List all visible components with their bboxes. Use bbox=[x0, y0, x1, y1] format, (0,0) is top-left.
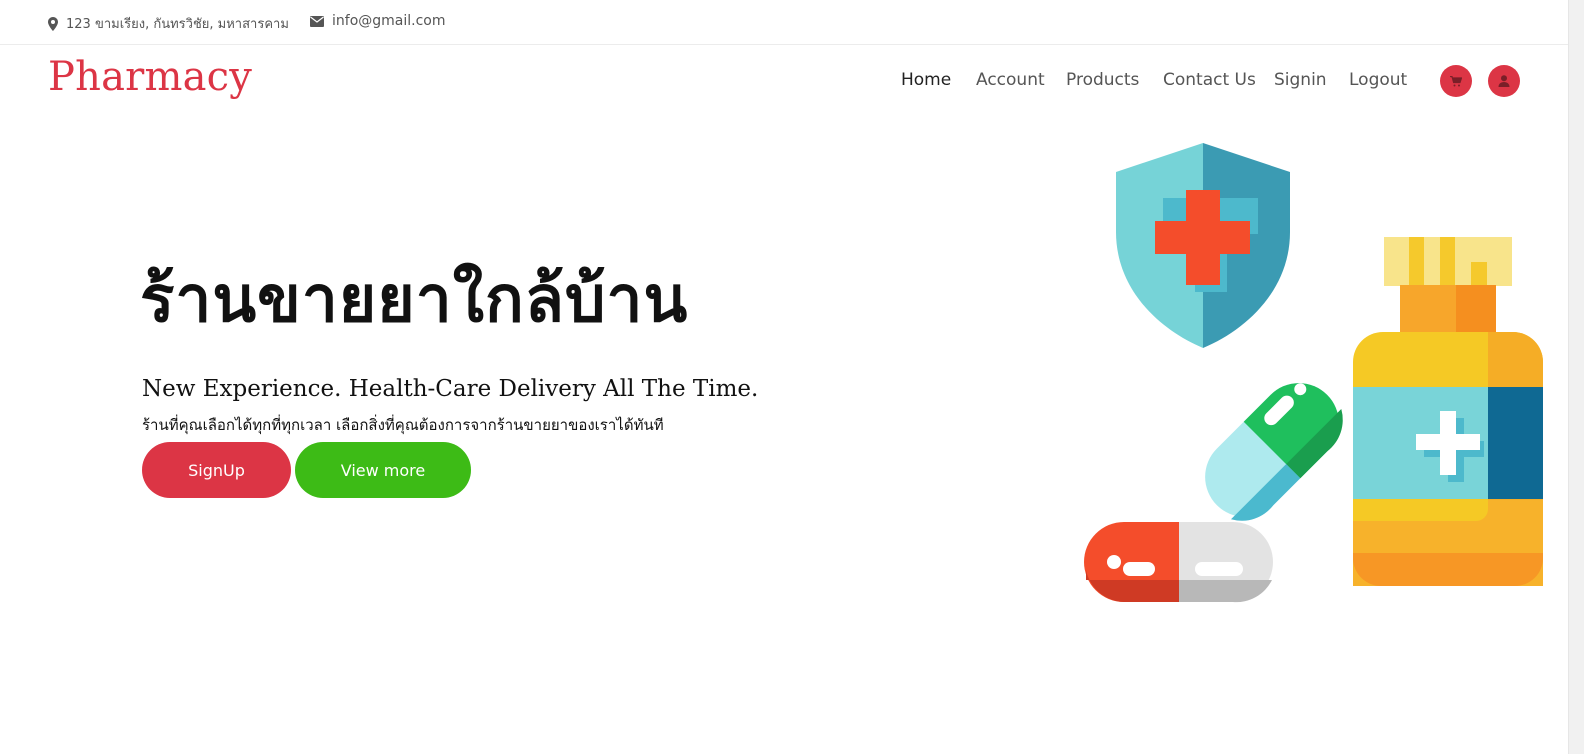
cart-button[interactable] bbox=[1440, 65, 1472, 97]
green-capsule-icon bbox=[1205, 383, 1343, 521]
hero-title: ร้านขายยาใกล้บ้าน bbox=[140, 263, 689, 337]
hero-description: ร้านที่คุณเลือกได้ทุกที่ทุกเวลา เลือกสิ่… bbox=[142, 416, 664, 434]
nav-signin[interactable]: Signin bbox=[1274, 70, 1327, 90]
pharmacy-illustration bbox=[1084, 143, 1543, 603]
nav-contact-us[interactable]: Contact Us bbox=[1163, 70, 1256, 90]
main-nav: Home Account Products Contact Us Signin … bbox=[0, 70, 1568, 94]
email-text: info@gmail.com bbox=[332, 13, 446, 29]
address-text: 123 ขามเรียง, กันทรวิชัย, มหาสารคาม bbox=[66, 17, 289, 32]
email-item: info@gmail.com bbox=[310, 13, 446, 29]
hero-subtitle: New Experience. Health-Care Delivery All… bbox=[142, 376, 759, 402]
signup-button[interactable]: SignUp bbox=[142, 442, 291, 498]
user-icon bbox=[1498, 75, 1510, 87]
nav-products[interactable]: Products bbox=[1066, 70, 1139, 90]
top-contact-bar: 123 ขามเรียง, กันทรวิชัย, มหาสารคาม info… bbox=[0, 0, 1568, 45]
view-more-button[interactable]: View more bbox=[295, 442, 471, 498]
user-button[interactable] bbox=[1488, 65, 1520, 97]
nav-home[interactable]: Home bbox=[901, 70, 951, 90]
envelope-icon bbox=[310, 15, 324, 27]
map-marker-icon bbox=[48, 16, 58, 31]
nav-logout[interactable]: Logout bbox=[1349, 70, 1407, 90]
nav-account[interactable]: Account bbox=[976, 70, 1045, 90]
red-capsule-icon bbox=[1084, 522, 1273, 603]
shopping-cart-icon bbox=[1450, 75, 1462, 86]
address-item: 123 ขามเรียง, กันทรวิชัย, มหาสารคาม bbox=[48, 13, 289, 34]
pill-bottle-icon bbox=[1353, 237, 1543, 586]
shield-icon bbox=[1116, 143, 1290, 348]
page-scrollbar[interactable] bbox=[1568, 0, 1584, 754]
